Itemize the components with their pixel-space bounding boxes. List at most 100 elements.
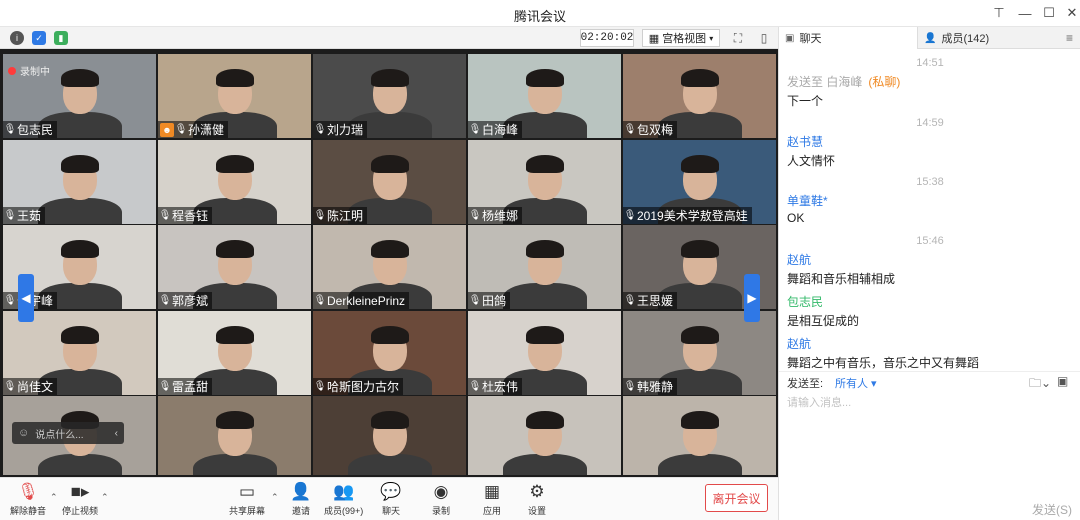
screenshot-icon[interactable]: ▣ bbox=[1057, 374, 1068, 388]
video-tile[interactable]: 🎙 程香钰 bbox=[158, 139, 311, 224]
side-panel-toggle-icon[interactable]: ▯ bbox=[754, 29, 774, 47]
leave-meeting-button[interactable]: 离开会议 bbox=[705, 484, 768, 512]
meeting-info-bar: i ✓ ▮ 02:20:02 ▦ 宫格视图 ▾ ⛶ ▯ bbox=[0, 27, 778, 49]
share-screen-button[interactable]: ▭ 共享屏幕 bbox=[229, 482, 265, 517]
stop-video-button[interactable]: ■▸ 停止视频 bbox=[62, 482, 98, 517]
prev-page-button[interactable]: ◀ bbox=[18, 274, 34, 322]
video-tile[interactable]: 🎙 DerkleinePrinz bbox=[313, 225, 466, 309]
video-tile[interactable]: 🎙 郭彦斌 bbox=[158, 225, 311, 309]
participant-name: 孙潇健 bbox=[188, 123, 225, 137]
next-page-button[interactable]: ▶ bbox=[744, 274, 760, 322]
participant-name-bar: 🎙 王茹 bbox=[3, 206, 46, 224]
fullscreen-icon[interactable]: ⛶ bbox=[728, 29, 748, 47]
participant-name-bar: 🎙 程香钰 bbox=[158, 206, 213, 224]
video-tile[interactable] bbox=[623, 396, 776, 475]
video-tile[interactable] bbox=[313, 396, 466, 475]
chevron-up-icon[interactable]: ⌃ bbox=[101, 492, 109, 503]
participant-name: 韩雅静 bbox=[637, 379, 674, 394]
person-hair bbox=[215, 154, 254, 173]
unmute-button[interactable]: 🎙 解除静音 bbox=[10, 482, 46, 517]
participant-name-bar: ☻ 🎙 孙潇健 bbox=[158, 121, 229, 138]
send-button[interactable]: 发送(S) bbox=[1032, 501, 1072, 518]
mic-icon: 🎙 bbox=[313, 380, 327, 392]
video-tile[interactable]: 🎙 田鸽 bbox=[468, 225, 621, 309]
chevron-left-icon[interactable]: ‹ bbox=[115, 428, 118, 439]
recording-indicator: 录制中 bbox=[8, 63, 50, 78]
message-sender: 包志民 bbox=[787, 293, 823, 310]
apps-button[interactable]: ▦ 应用 bbox=[481, 482, 503, 517]
participant-name: 包志民 bbox=[17, 123, 54, 137]
person-body bbox=[657, 454, 742, 475]
person-hair bbox=[370, 154, 409, 173]
participant-name: 陈江明 bbox=[327, 208, 364, 223]
host-icon: ☻ bbox=[160, 122, 174, 137]
signal-icon[interactable]: ▮ bbox=[54, 31, 68, 45]
menu-icon[interactable]: ≡ bbox=[1066, 31, 1073, 45]
participant-name-bar: 🎙 杨维娜 bbox=[468, 206, 523, 224]
video-tile[interactable]: 🎙 韩雅静 bbox=[623, 310, 776, 395]
mic-icon: 🎙 bbox=[158, 209, 172, 221]
participant-name: 郭彦斌 bbox=[172, 294, 209, 308]
send-to-dropdown[interactable]: 所有人 ▾ bbox=[835, 375, 877, 391]
record-button[interactable]: ◉ 录制 bbox=[430, 482, 452, 517]
chevron-up-icon[interactable]: ⌃ bbox=[271, 492, 279, 503]
members-button[interactable]: 👥 成员(99+) bbox=[324, 482, 363, 517]
invite-button[interactable]: 👤 邀请 bbox=[290, 482, 312, 517]
participant-name: 尚佳文 bbox=[17, 379, 54, 394]
info-icon[interactable]: i bbox=[10, 31, 24, 45]
video-tile[interactable] bbox=[158, 396, 311, 475]
shield-icon[interactable]: ✓ bbox=[32, 31, 46, 45]
tab-members[interactable]: 👤 成员(142) bbox=[917, 27, 1055, 49]
chat-button[interactable]: 💬 聊天 bbox=[380, 482, 402, 517]
grid-view-dropdown[interactable]: ▦ 宫格视图 ▾ bbox=[642, 29, 720, 47]
chat-input[interactable]: 请输入消息... bbox=[787, 394, 851, 410]
mic-icon: 🎙 bbox=[468, 295, 482, 306]
video-tile[interactable]: 🎙 杨维娜 bbox=[468, 139, 621, 224]
video-tile[interactable]: 🎙 哈斯图力古尔 bbox=[313, 310, 466, 395]
quick-message-bar[interactable]: ☺ 说点什么... ‹ bbox=[12, 422, 124, 444]
message-sender: 赵航 bbox=[787, 335, 811, 352]
video-tile[interactable]: 🎙 尚佳文 bbox=[3, 310, 156, 395]
video-tile[interactable]: 🎙 杜宏伟 bbox=[468, 310, 621, 395]
send-to-row: 发送至: 所有人 ▾ 🗀⌄ ▣ bbox=[779, 371, 1080, 391]
participant-name-bar: 🎙 陈江明 bbox=[313, 206, 368, 224]
video-tile[interactable]: 🎙 雷孟甜 bbox=[158, 310, 311, 395]
video-tile[interactable]: 🎙 2019美术学敖登高娃 bbox=[623, 139, 776, 224]
video-tile[interactable]: 🎙 白海峰 bbox=[468, 54, 621, 138]
person-hair bbox=[215, 325, 254, 344]
record-icon: ◉ bbox=[433, 482, 449, 501]
video-tile[interactable]: 🎙 包双梅 bbox=[623, 54, 776, 138]
participant-name-bar: 🎙 包志民 bbox=[3, 121, 58, 138]
mic-icon: 🎙 bbox=[623, 209, 637, 221]
participant-name: 哈斯图力古尔 bbox=[327, 379, 400, 394]
tab-chat-label: 聊天 bbox=[799, 33, 822, 45]
video-tile[interactable]: 🎙 王茹 bbox=[3, 139, 156, 224]
record-dot-icon bbox=[8, 66, 16, 75]
maximize-button[interactable]: ☐ bbox=[1037, 3, 1061, 23]
video-tile[interactable] bbox=[468, 396, 621, 475]
tab-chat[interactable]: ▣ 聊天 bbox=[779, 27, 917, 49]
share-screen-icon: ▭ bbox=[238, 482, 256, 501]
participant-name: 杨维娜 bbox=[482, 208, 519, 223]
mic-icon: 🎙 bbox=[468, 380, 482, 392]
settings-button[interactable]: ⚙ 设置 bbox=[526, 482, 548, 517]
person-hair bbox=[215, 411, 254, 430]
mic-icon: 🎙 bbox=[174, 124, 188, 135]
send-to-value: 所有人 bbox=[835, 378, 868, 390]
minimize-button[interactable]: — bbox=[1013, 3, 1037, 23]
chat-icon: 💬 bbox=[380, 482, 402, 501]
stop-video-label: 停止视频 bbox=[62, 506, 99, 516]
video-tile[interactable]: ☻ 🎙 孙潇健 bbox=[158, 54, 311, 138]
participant-name-bar: 🎙 郭彦斌 bbox=[158, 292, 213, 309]
chevron-up-icon[interactable]: ⌃ bbox=[50, 492, 58, 503]
video-tile[interactable]: 🎙 陈江明 bbox=[313, 139, 466, 224]
participant-name-bar: 🎙 田鸽 bbox=[468, 292, 511, 309]
video-tile[interactable]: 🎙 刘力瑞 bbox=[313, 54, 466, 138]
close-button[interactable]: ✕ bbox=[1060, 3, 1080, 23]
folder-icon[interactable]: 🗀⌄ bbox=[1029, 374, 1051, 395]
pin-icon[interactable]: ⊤ bbox=[987, 3, 1011, 23]
window-title: 腾讯会议 bbox=[513, 9, 566, 24]
video-camera-icon: ■▸ bbox=[70, 482, 90, 501]
message-timestamp: 14:59 bbox=[916, 117, 944, 129]
mic-icon: 🎙 bbox=[313, 209, 327, 221]
